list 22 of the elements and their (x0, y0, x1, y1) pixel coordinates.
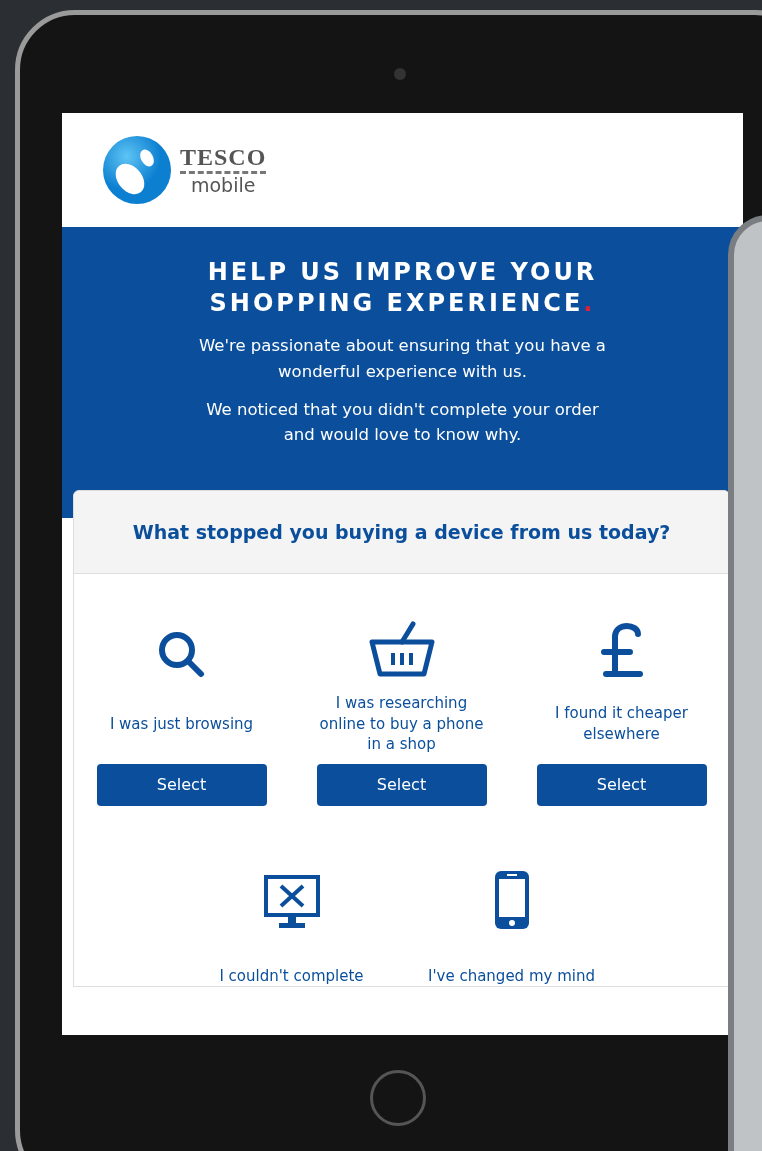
camera-icon (394, 68, 406, 80)
logo-icon (102, 135, 172, 205)
hero-heading: HELP US IMPROVE YOUR SHOPPING EXPERIENCE. (206, 257, 599, 320)
select-button[interactable]: Select (536, 763, 707, 806)
logo-wordmark: TESCO (180, 145, 267, 174)
basket-icon (368, 619, 435, 678)
option-label: I was researching online to buy a phone in a shop (318, 693, 485, 755)
monitor-x-icon (262, 873, 321, 930)
select-button[interactable]: Select (96, 763, 267, 806)
hero-paragraph: We're passionate about ensuring that you have a wonderful experience with us. (198, 335, 607, 383)
home-button[interactable] (370, 1070, 426, 1126)
option-label: I found it cheaper elsewhere (554, 703, 689, 745)
logo-subtitle: mobile (190, 176, 256, 195)
option-label: I was just browsing (109, 713, 254, 735)
search-icon (156, 629, 207, 678)
pound-icon (599, 621, 644, 678)
question-heading: What stopped you buying a device from us today? (74, 490, 729, 574)
option-label: I couldn't complete (219, 965, 364, 986)
hero-paragraph: We noticed that you didn't complete your order and would love to know why. (205, 398, 600, 447)
option-label: I've changed my mind (428, 965, 595, 986)
select-button[interactable]: Select (316, 763, 487, 806)
mobile-phone-icon (493, 869, 530, 930)
